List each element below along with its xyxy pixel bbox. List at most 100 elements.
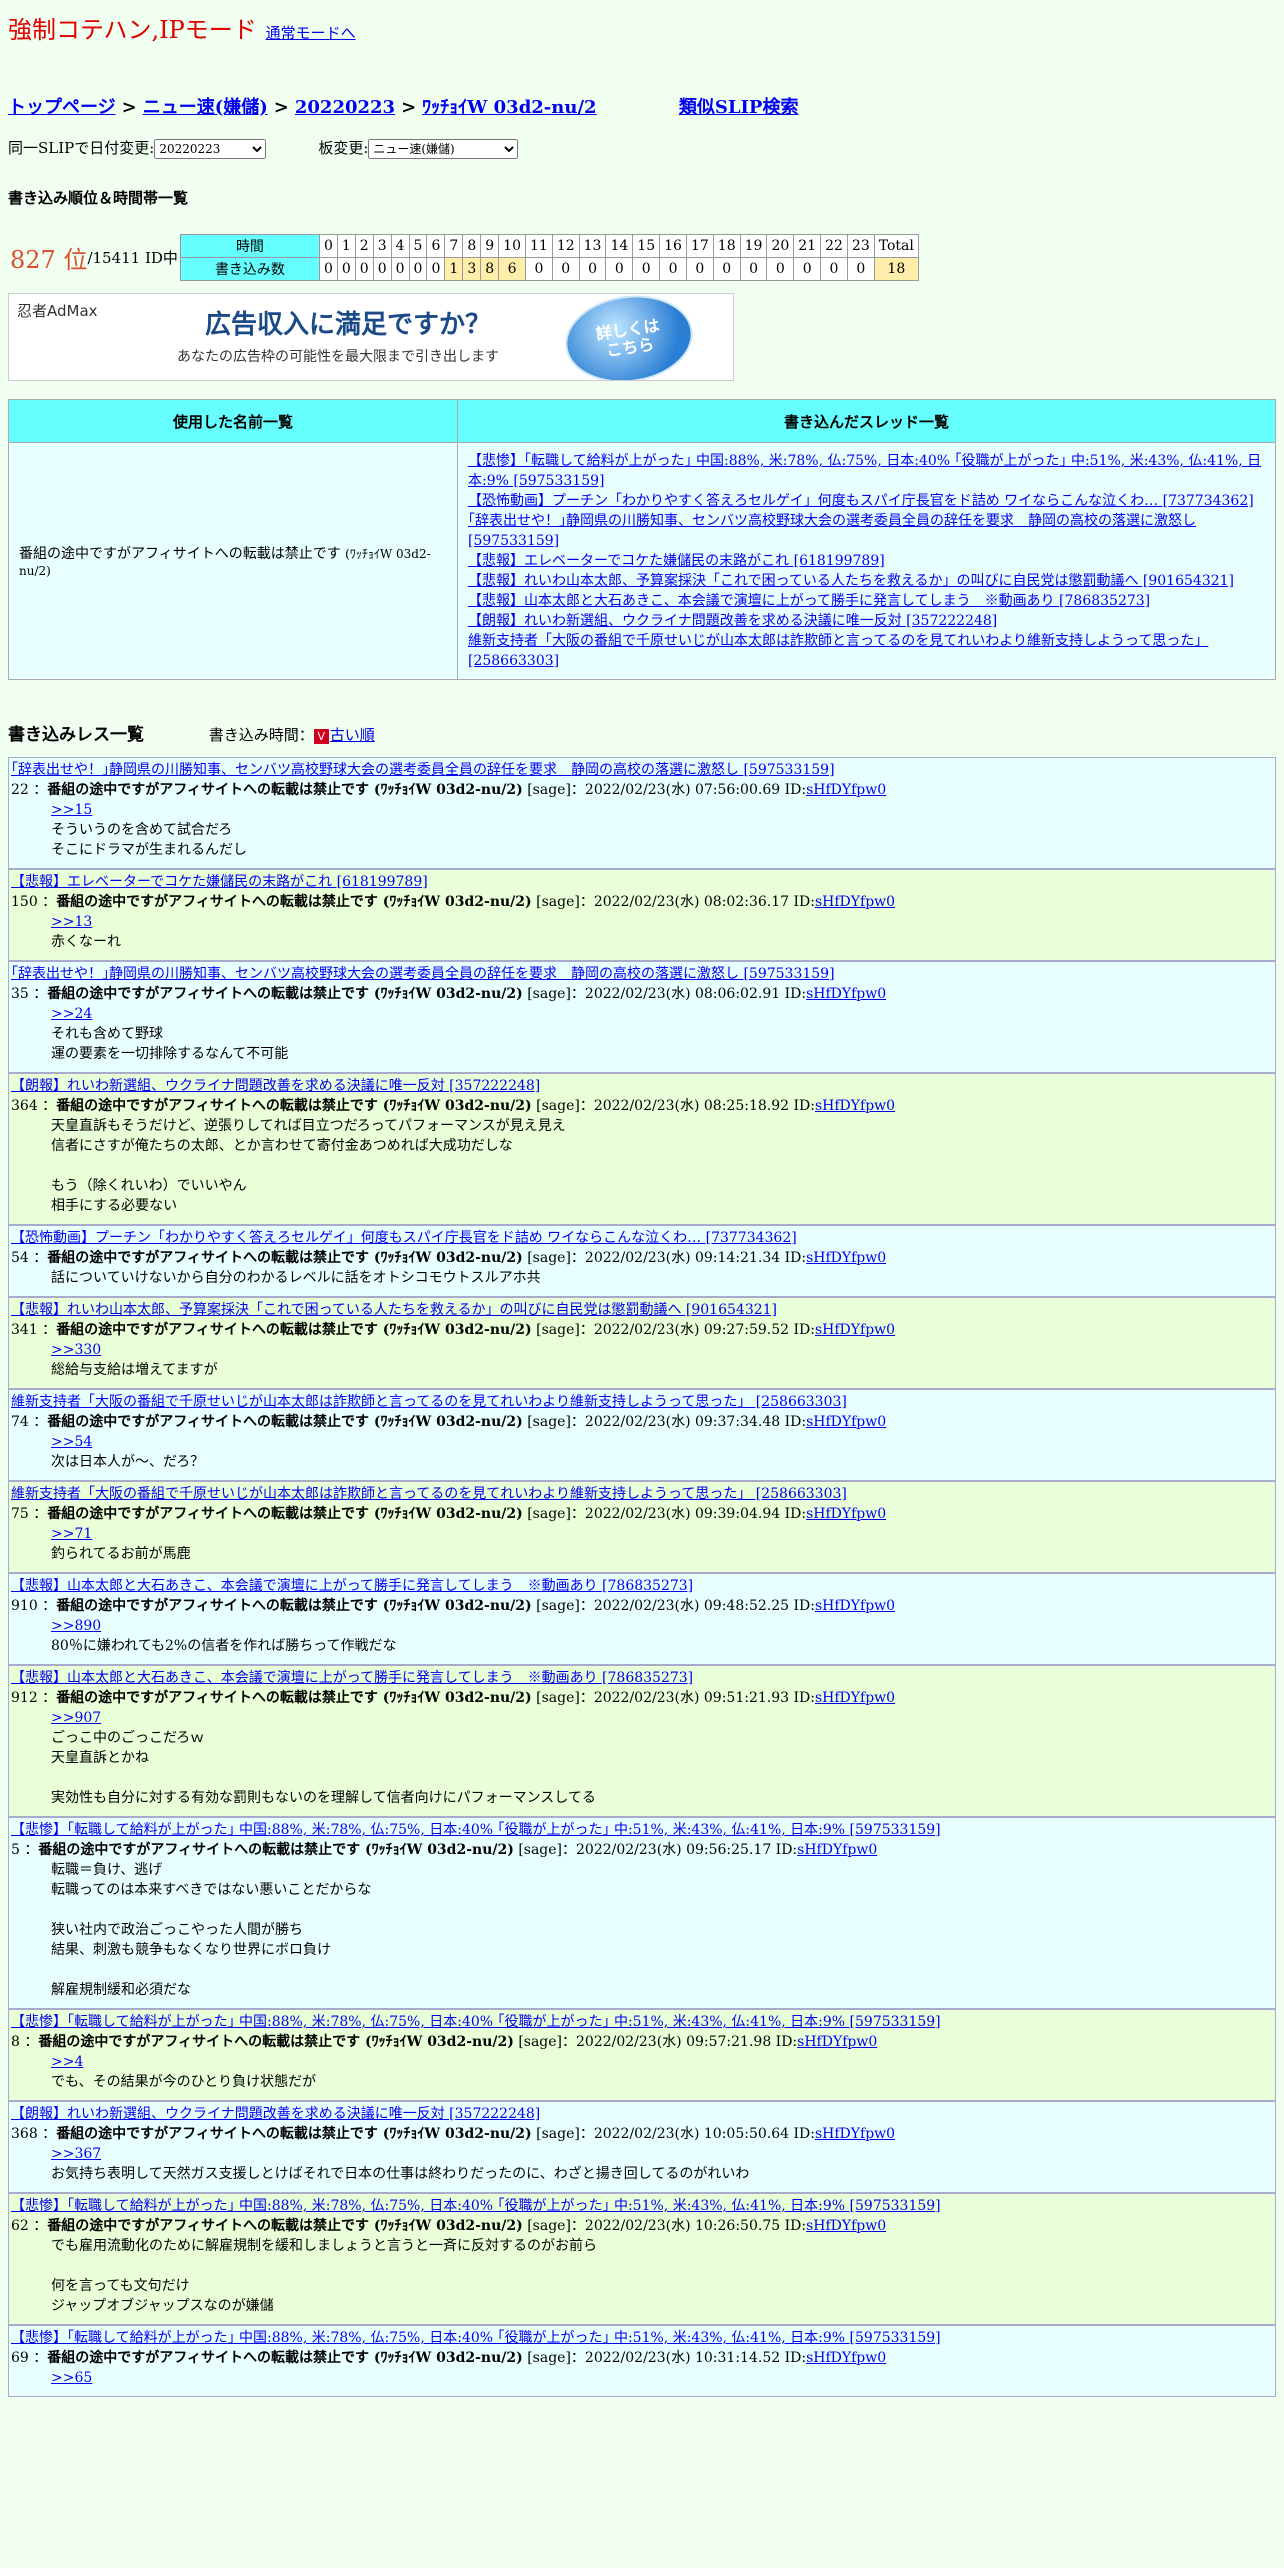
post-id-link[interactable]: sHfDYfpw0 [815, 1690, 895, 1706]
hour-cell: 5 [408, 234, 428, 258]
post-thread-link[interactable]: ｢辞表出せや！｣静岡県の川勝知事、センバツ高校野球大会の選考委員全員の辞任を要求… [11, 760, 1273, 780]
post-number: 368 [11, 2126, 38, 2142]
ad-subtext: あなたの広告枠の可能性を最大限まで引き出します [177, 349, 499, 365]
post-anchor-link[interactable]: >>907 [51, 1708, 1273, 1728]
post-thread-link[interactable]: 【悲惨】｢転職して給料が上がった｣ 中国:88%, 米:78%, 仏:75%, … [11, 2196, 1273, 2216]
ad-banner[interactable]: 忍者AdMax 広告収入に満足ですか？ あなたの広告枠の可能性を最大限まで引き出… [8, 293, 734, 381]
count-cell: 0 [318, 257, 338, 281]
post-body: >>15 そういうのを含めて試合だろ そこにドラマが生まれるんだし [51, 800, 1273, 860]
post-thread-link[interactable]: 【悲報】れいわ山本太郎、予算案採決「これで困っている人たちを救えるか」の叫びに自… [11, 1300, 1273, 1320]
post-id-link[interactable]: sHfDYfpw0 [815, 2126, 895, 2142]
breadcrumb-slip[interactable]: ﾜｯﾁｮｲW 03d2-nu/2 [422, 97, 596, 118]
thread-link[interactable]: 【朗報】れいわ新選組、ウクライナ問題改善を求める決議に唯一反対 [3572222… [468, 613, 997, 629]
post-body: >>4 でも、その結果が今のひとり負け状態だが [51, 2052, 1273, 2092]
similar-slip-link[interactable]: 類似SLIP検索 [679, 97, 799, 118]
thread-link[interactable]: 【悲報】エレベーターでコケた嫌儲民の末路がこれ [618199789] [468, 553, 885, 569]
count-cell: 0 [766, 257, 795, 281]
post-id-link[interactable]: sHfDYfpw0 [815, 1322, 895, 1338]
post-thread-link[interactable]: 【悲報】山本太郎と大石あきこ、本会議で演壇に上がって勝手に発言してしまう ※動画… [11, 1668, 1273, 1688]
thread-link[interactable]: ｢辞表出せや！｣静岡県の川勝知事、センバツ高校野球大会の選考委員全員の辞任を要求… [468, 513, 1196, 549]
post-anchor-link[interactable]: >>890 [51, 1616, 1273, 1636]
thread-link[interactable]: 【悲報】山本太郎と大石あきこ、本会議で演壇に上がって勝手に発言してしまう ※動画… [468, 593, 1150, 609]
count-cell: 0 [739, 257, 768, 281]
post-number: 75 [11, 1506, 29, 1522]
post-id-link[interactable]: sHfDYfpw0 [806, 986, 886, 1002]
count-cell: 0 [551, 257, 580, 281]
thread-link[interactable]: 【悲惨】｢転職して給料が上がった｣ 中国:88%, 米:78%, 仏:75%, … [468, 453, 1261, 489]
post-text: それも含めて野球 運の要素を一切排除するなんて不可能 [51, 1026, 289, 1062]
breadcrumb-date[interactable]: 20220223 [295, 97, 395, 118]
post-thread-link[interactable]: 【悲報】山本太郎と大石あきこ、本会議で演壇に上がって勝手に発言してしまう ※動画… [11, 1576, 1273, 1596]
post-body: >>330 総給与支給は増えてますが [51, 1340, 1273, 1380]
post-thread-link[interactable]: 【悲報】エレベーターでコケた嫌儲民の末路がこれ [618199789] [11, 872, 1273, 892]
post-anchor-link[interactable]: >>71 [51, 1524, 1273, 1544]
count-cell: 0 [659, 257, 687, 281]
hours-row: 時間 0 1 2 3 4 5 6 7 8 9 10 11 12 13 14 15 16 17 18 19 20 21 22 2… [179, 234, 919, 258]
rank-position: 827 位/15411 ID中 [8, 234, 180, 281]
post-thread-link[interactable]: 【悲惨】｢転職して給料が上がった｣ 中国:88%, 米:78%, 仏:75%, … [11, 2012, 1273, 2032]
post-thread-link[interactable]: 【朗報】れいわ新選組、ウクライナ問題改善を求める決議に唯一反対 [3572222… [11, 1076, 1273, 1096]
post-anchor-link[interactable]: >>13 [51, 912, 1273, 932]
post-text: でも、その結果が今のひとり負け状態だが [51, 2074, 317, 2090]
post-anchor-link[interactable]: >>367 [51, 2144, 1273, 2164]
post: 【恐怖動画】プーチン「わかりやすく答えろセルゲイ」何度もスパイ庁長官をド詰め ワ… [8, 1225, 1276, 1297]
post-thread-link[interactable]: 【悲惨】｢転職して給料が上がった｣ 中国:88%, 米:78%, 仏:75%, … [11, 1820, 1273, 1840]
post-anchor-link[interactable]: >>330 [51, 1340, 1273, 1360]
ad-logo: 忍者AdMax [17, 302, 98, 320]
hour-cell: 12 [551, 234, 580, 258]
breadcrumb: トップページ > ニュー速(嫌儲) >20220223 > ﾜｯﾁｮｲW 03d2-nu/… [8, 93, 1276, 119]
post-id-link[interactable]: sHfDYfpw0 [806, 2350, 886, 2366]
post-author: 番組の途中ですがアフィサイトへの転載は禁止です (ﾜｯﾁｮｲW 03d2-nu/… [38, 1842, 514, 1858]
post-id-link[interactable]: sHfDYfpw0 [797, 1842, 877, 1858]
sort-down-icon[interactable]: V [313, 728, 329, 744]
thread-link[interactable]: 【恐怖動画】プーチン「わかりやすく答えろセルゲイ」何度もスパイ庁長官をド詰め ワ… [468, 493, 1254, 509]
post-id-link[interactable]: sHfDYfpw0 [806, 1506, 886, 1522]
breadcrumb-top[interactable]: トップページ [8, 97, 116, 118]
post-id-link[interactable]: sHfDYfpw0 [806, 1414, 886, 1430]
hourly-table: 時間 0 1 2 3 4 5 6 7 8 9 10 11 12 13 14 15 16 17 18 19 20 21 22 2… [179, 234, 919, 281]
post-thread-link[interactable]: 維新支持者「大阪の番組で千原せいじが山本太郎は詐欺師と言ってるのを見てれいわより… [11, 1484, 1273, 1504]
time-label: 時間 [179, 234, 320, 258]
post-thread-link[interactable]: 【悲惨】｢転職して給料が上がった｣ 中国:88%, 米:78%, 仏:75%, … [11, 2328, 1273, 2348]
post-anchor-link[interactable]: >>65 [51, 2368, 1273, 2388]
hour-cell: 0 [318, 234, 338, 258]
post-anchor-link[interactable]: >>24 [51, 1004, 1273, 1024]
order-oldest-link[interactable]: 古い順 [330, 726, 375, 744]
post-id-link[interactable]: sHfDYfpw0 [815, 1598, 895, 1614]
breadcrumb-board[interactable]: ニュー速(嫌儲) [143, 97, 268, 118]
thread-link[interactable]: 【悲報】れいわ山本太郎、予算案採決「これで困っている人たちを救えるか」の叫びに自… [468, 573, 1234, 589]
post-text: そういうのを含めて試合だろ そこにドラマが生まれるんだし [51, 822, 247, 858]
post-anchor-link[interactable]: >>15 [51, 800, 1273, 820]
hour-cell: 19 [739, 234, 768, 258]
thread-link[interactable]: 維新支持者「大阪の番組で千原せいじが山本太郎は詐欺師と言ってるのを見てれいわより… [468, 633, 1208, 669]
post-thread-link[interactable]: ｢辞表出せや！｣静岡県の川勝知事、センバツ高校野球大会の選考委員全員の辞任を要求… [11, 964, 1273, 984]
post-id-link[interactable]: sHfDYfpw0 [815, 1098, 895, 1114]
count-cell: 0 [578, 257, 607, 281]
post-thread-link[interactable]: 維新支持者「大阪の番組で千原せいじが山本太郎は詐欺師と言ってるのを見てれいわより… [11, 1392, 1273, 1412]
post-anchor-link[interactable]: >>54 [51, 1432, 1273, 1452]
normal-mode-link[interactable]: 通常モードへ [266, 24, 356, 42]
count-cell: 3 [462, 257, 482, 281]
post-meta: 912 ：番組の途中ですがアフィサイトへの転載は禁止です (ﾜｯﾁｮｲW 03d… [11, 1690, 896, 1706]
rank-heading: 書き込み順位＆時間帯一覧 [8, 189, 189, 207]
used-name: 番組の途中ですがアフィサイトへの転載は禁止です [19, 546, 341, 562]
post-anchor-link[interactable]: >>4 [51, 2052, 1273, 2072]
board-select[interactable]: ニュー速(嫌儲) [368, 139, 519, 159]
post-id-link[interactable]: sHfDYfpw0 [815, 894, 895, 910]
ad-details-button[interactable]: 詳しくは こちら [559, 294, 699, 380]
post-id-link[interactable]: sHfDYfpw0 [797, 2034, 877, 2050]
post-author: 番組の途中ですがアフィサイトへの転載は禁止です (ﾜｯﾁｮｲW 03d2-nu/… [56, 1690, 532, 1706]
hour-cell: 10 [498, 234, 526, 258]
post-datetime: [sage]：2022/02/23(水) 09:56:25.17 ID: [518, 1842, 798, 1858]
board-change-label: 板変更: [318, 139, 369, 157]
count-label: 書き込み数 [179, 257, 320, 281]
date-select[interactable]: 20220223 [154, 139, 267, 159]
post: 【悲惨】｢転職して給料が上がった｣ 中国:88%, 米:78%, 仏:75%, … [8, 2193, 1276, 2325]
post-thread-link[interactable]: 【朗報】れいわ新選組、ウクライナ問題改善を求める決議に唯一反対 [3572222… [11, 2104, 1273, 2124]
hour-cell: 8 [462, 234, 482, 258]
post-thread-link[interactable]: 【恐怖動画】プーチン「わかりやすく答えろセルゲイ」何度もスパイ庁長官をド詰め ワ… [11, 1228, 1273, 1248]
count-cell: 0 [372, 257, 392, 281]
post-id-link[interactable]: sHfDYfpw0 [806, 1250, 886, 1266]
post-id-link[interactable]: sHfDYfpw0 [806, 2218, 886, 2234]
post-id-link[interactable]: sHfDYfpw0 [806, 782, 886, 798]
